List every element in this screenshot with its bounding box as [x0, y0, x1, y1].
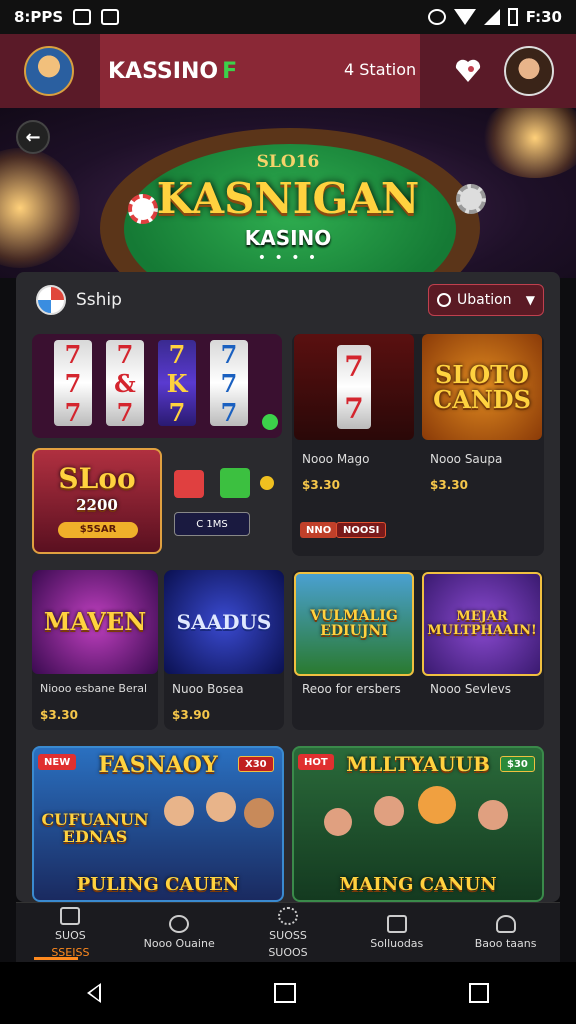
banner-footer: MAING CANUN	[339, 874, 497, 895]
game-price: $3.30	[302, 478, 340, 492]
character-art	[324, 808, 352, 836]
battery-icon	[507, 8, 518, 26]
home-icon[interactable]	[273, 983, 296, 1003]
status-left-text: 8:PPS	[14, 8, 64, 26]
alarm-icon	[427, 9, 446, 25]
game-name: Nuoo Bosea	[172, 682, 244, 696]
panel-header: Sship Ubation ▼	[16, 272, 560, 328]
multiplier-badge: $30	[500, 756, 535, 772]
character-art	[418, 786, 456, 824]
multiplier-badge: X30	[238, 756, 274, 772]
section-label: Sship	[76, 290, 122, 310]
back-button[interactable]: ←	[16, 120, 50, 154]
profile-avatar[interactable]	[504, 46, 554, 96]
game-name: Reoo for ersbers	[302, 682, 401, 696]
gift-icon	[386, 915, 407, 933]
back-icon[interactable]	[86, 983, 101, 1003]
app-header: KASSINO F 4 Station	[0, 34, 576, 108]
home-icon	[60, 906, 81, 925]
signal-icon	[483, 9, 500, 25]
character-art	[374, 796, 404, 826]
character-art	[478, 800, 508, 830]
character-art	[206, 792, 236, 822]
game-price: $3.30	[430, 478, 468, 492]
slot-reel: 7K7	[158, 340, 196, 427]
game-banner-mlltyauub[interactable]: HOT MLLTYAUUB $30 MAING CANUN	[292, 746, 544, 902]
game-card-sloo[interactable]: SLoo 2200 $5SAR	[32, 448, 162, 554]
play-indicator-icon	[262, 414, 278, 430]
game-name[interactable]: Nooo Saupa	[430, 452, 502, 466]
nav-item-shop[interactable]: Solluodas	[342, 903, 451, 962]
game-card-pair-2: VULMALIG EDIUJNI MEJAR MULTPHAAIN! Reoo fo…	[292, 570, 544, 730]
play-button[interactable]: $5SAR	[58, 522, 138, 538]
game-thumb: SAADUS	[164, 570, 284, 674]
dice-icon	[174, 470, 204, 498]
slot-reel: 777	[210, 340, 248, 427]
filter-label: Ubation	[457, 292, 512, 308]
status-bar: 8:PPS F:30	[0, 0, 576, 34]
slot-reel: 777	[54, 340, 92, 427]
character-art	[164, 796, 194, 826]
section-icon	[36, 285, 66, 315]
game-thumb: MAVEN	[32, 570, 158, 674]
game-price: $3.30	[40, 708, 78, 722]
user-avatar[interactable]	[24, 46, 74, 96]
nav-item-games[interactable]: SUOSS SUOOS	[234, 903, 343, 962]
dice-icon	[220, 468, 250, 498]
carousel-dots[interactable]: • • • •	[0, 250, 576, 266]
game-thumb-mago[interactable]: 77	[294, 334, 414, 440]
filter-select[interactable]: Ubation ▼	[428, 284, 544, 316]
search-icon	[169, 915, 190, 933]
hero-banner: ← SLO16 KASNIGAN KASINO • • • •	[0, 108, 576, 278]
notification-icon	[73, 9, 92, 25]
nav-item-home[interactable]: SUOS SSEISS	[16, 903, 125, 962]
hero-subtitle: KASINO	[244, 226, 332, 250]
chip-counter[interactable]: C 1MS	[174, 512, 250, 536]
hero-title: KASNIGAN	[156, 174, 420, 223]
game-price: $3.90	[172, 708, 210, 722]
brand-mark: F	[222, 58, 238, 84]
coin-icon	[260, 476, 274, 490]
station-label[interactable]: 4 Station	[344, 60, 416, 79]
edit-icon	[495, 915, 516, 933]
game-title: SLoo	[58, 462, 136, 495]
recents-icon[interactable]	[469, 983, 490, 1003]
status-time: F:30	[525, 8, 562, 26]
nav-item-profile[interactable]: Baoo taans	[451, 903, 560, 962]
search-icon	[437, 293, 451, 307]
game-name: Niooo esbane Beral	[40, 682, 148, 695]
game-thumb-sloto-cands[interactable]: SLOTO CANDS	[422, 334, 542, 440]
app-brand: KASSINO	[108, 58, 219, 84]
character-art	[244, 798, 274, 828]
game-banner-fasnaoy[interactable]: NEW FASNAOY X30 CUFUANUN EDNAS PULING CAU…	[32, 746, 284, 902]
banner-art-text: CUFUANUN EDNAS	[41, 810, 149, 846]
game-thumb-vulmalig[interactable]: VULMALIG EDIUJNI	[294, 572, 414, 676]
system-nav-bar	[0, 962, 576, 1024]
wifi-icon	[453, 9, 476, 25]
game-card-maven[interactable]: MAVEN Niooo esbane Beral $3.30	[32, 570, 158, 730]
nav-item-search[interactable]: Nooo Ouaine	[125, 903, 234, 962]
game-thumb-mejar[interactable]: MEJAR MULTPHAAIN!	[422, 572, 542, 676]
message-icon	[101, 9, 120, 25]
game-card-reels[interactable]: 777 7 & 7 7K7 777	[32, 334, 282, 438]
game-name[interactable]: Nooo Mago	[302, 452, 369, 466]
game-tag: NOOSI	[336, 522, 387, 538]
game-subtitle: 2200	[76, 496, 118, 514]
game-card-saadus[interactable]: SAADUS Nuoo Bosea $3.90	[164, 570, 284, 730]
chevron-down-icon: ▼	[525, 293, 535, 307]
banner-footer: PULING CAUEN	[76, 874, 240, 895]
gear-icon	[277, 906, 298, 925]
bottom-nav: SUOS SSEISS Nooo Ouaine SUOSS SUOOS Soll…	[16, 902, 560, 962]
game-name: Nooo Sevlevs	[430, 682, 511, 696]
favorites-icon[interactable]	[452, 54, 484, 86]
slot-reel: 7 & 7	[106, 340, 144, 427]
hero-small-title: SLO16	[256, 152, 320, 172]
game-tag: NNO	[300, 522, 338, 538]
game-card-pair: 77 SLOTO CANDS Nooo Mago $3.30 Nooo Saupa…	[292, 334, 544, 556]
slot-reel: 77	[337, 345, 371, 429]
